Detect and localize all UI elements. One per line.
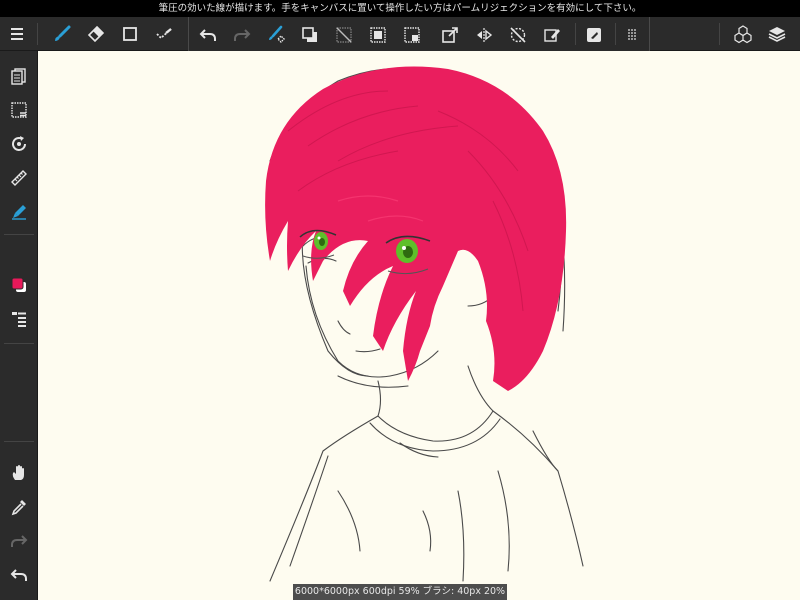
brush-icon <box>55 25 71 41</box>
rotate-icon <box>12 136 26 151</box>
redo-icon <box>11 535 28 547</box>
materials-icon <box>734 25 752 44</box>
pen-button[interactable] <box>0 195 38 229</box>
shape-tool-button[interactable] <box>113 17 147 51</box>
layers-button[interactable] <box>760 17 794 51</box>
left-sidebar <box>0 51 38 600</box>
pages-icon <box>11 68 26 85</box>
clear-icon <box>336 27 352 43</box>
fill-icon <box>269 25 285 43</box>
filter-button[interactable] <box>577 18 611 52</box>
rotate-button[interactable] <box>0 127 38 161</box>
color-swap-icon <box>302 27 317 42</box>
color-swatch-icon <box>11 277 26 292</box>
select-all-icon <box>370 27 386 43</box>
layers-icon <box>768 27 786 42</box>
undo-button[interactable] <box>191 18 225 52</box>
magic-wand-icon <box>156 28 172 40</box>
redo-button[interactable] <box>225 18 259 52</box>
drawing-canvas[interactable] <box>38 51 800 600</box>
selection-fill-icon <box>404 27 420 43</box>
menu-button[interactable] <box>0 17 34 51</box>
clear-button[interactable] <box>327 18 361 52</box>
edit-selection-button[interactable] <box>535 18 569 52</box>
more-button[interactable] <box>615 18 649 52</box>
transform-button[interactable] <box>433 18 467 52</box>
banner-message: 筆圧の効いた線が描けます。手をキャンバスに置いて操作したい方はパームリジェクショ… <box>158 3 642 14</box>
color-swap-button[interactable] <box>293 18 327 52</box>
selection-fill-button[interactable] <box>395 18 429 52</box>
ruler-icon <box>11 170 27 186</box>
eraser-tool-button[interactable] <box>79 17 113 51</box>
sidebar-undo-button[interactable] <box>0 558 38 592</box>
status-bar: 6000*6000px 600dpi 59% ブラシ: 40px 20% <box>293 584 507 600</box>
materials-button[interactable] <box>726 17 760 51</box>
undo-icon <box>199 29 216 41</box>
menu-icon <box>11 28 23 40</box>
transform-icon <box>442 27 458 43</box>
illustration <box>265 66 584 582</box>
hand-tool-button[interactable] <box>0 456 38 490</box>
selection-layer-button[interactable] <box>0 93 38 127</box>
select-all-button[interactable] <box>361 18 395 52</box>
hand-icon <box>12 465 24 480</box>
color-swatch[interactable] <box>0 268 38 302</box>
eyedropper-icon <box>11 500 26 516</box>
brush-tool-button[interactable] <box>45 17 79 51</box>
selection-icon <box>11 102 27 118</box>
fill-button[interactable] <box>259 18 293 52</box>
more-icon <box>628 29 636 40</box>
flip-button[interactable] <box>467 18 501 52</box>
undo-icon <box>10 569 27 581</box>
rectangle-icon <box>123 27 137 41</box>
filter-icon <box>587 28 601 42</box>
brush-list-icon <box>12 312 26 327</box>
app-window: 筆圧の効いた線が描けます。手をキャンバスに置いて操作したい方はパームリジェクショ… <box>0 0 800 600</box>
command-bar <box>188 17 650 53</box>
edit-selection-icon <box>544 29 560 42</box>
auto-select-tool-button[interactable] <box>147 17 181 51</box>
deselect-icon <box>510 27 526 43</box>
flip-icon <box>477 28 493 42</box>
pen-icon <box>12 205 26 220</box>
ruler-button[interactable] <box>0 161 38 195</box>
notification-banner: 筆圧の効いた線が描けます。手をキャンバスに置いて操作したい方はパームリジェクショ… <box>0 0 800 17</box>
redo-icon <box>234 29 251 41</box>
sidebar-redo-button[interactable] <box>0 524 38 558</box>
status-text: 6000*6000px 600dpi 59% ブラシ: 40px 20% <box>294 586 506 597</box>
pages-button[interactable] <box>0 59 38 93</box>
brush-list-button[interactable] <box>0 302 38 336</box>
eraser-icon <box>87 25 105 43</box>
hair <box>265 66 567 391</box>
eyedropper-button[interactable] <box>0 490 38 524</box>
deselect-button[interactable] <box>501 18 535 52</box>
